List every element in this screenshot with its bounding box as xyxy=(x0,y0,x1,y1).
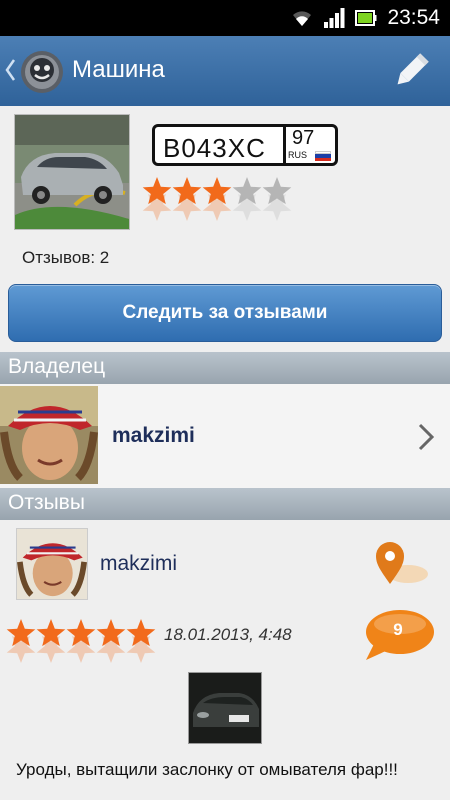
review-author-avatar[interactable] xyxy=(16,528,88,600)
plate-divider xyxy=(283,127,286,163)
plate-country: RUS xyxy=(288,150,308,160)
follow-reviews-button[interactable]: Следить за отзывами xyxy=(8,284,442,342)
review-author-name[interactable]: makzimi xyxy=(100,552,177,576)
car-photo[interactable] xyxy=(14,114,130,230)
plate-region: 97 xyxy=(292,127,315,149)
edit-pencil-icon[interactable] xyxy=(390,50,432,92)
plate-number: B043XC xyxy=(163,133,266,163)
review-text: Уроды, вытащили заслонку от омывателя фа… xyxy=(16,760,398,779)
reviews-section-header: Отзывы xyxy=(0,488,450,520)
license-plate: B043XC 97 RUS xyxy=(152,124,338,166)
russia-flag-icon xyxy=(315,151,331,161)
owner-name: makzimi xyxy=(112,424,195,447)
owner-row[interactable]: makzimi xyxy=(0,384,450,488)
signal-icon xyxy=(323,8,345,28)
owner-section-title: Владелец xyxy=(8,355,106,378)
battery-icon xyxy=(355,9,377,27)
status-time: 23:54 xyxy=(387,6,440,29)
review-photo[interactable] xyxy=(188,672,262,744)
review-date: 18.01.2013, 4:48 xyxy=(164,625,292,644)
app-logo-icon[interactable] xyxy=(20,50,64,94)
owner-avatar xyxy=(0,386,98,484)
back-chevron-icon[interactable] xyxy=(4,58,16,82)
comments-count[interactable]: 9 xyxy=(360,620,436,640)
reviews-section-title: Отзывы xyxy=(8,491,85,514)
reviews-count: Отзывов: 2 xyxy=(22,248,110,267)
location-pin-icon[interactable] xyxy=(370,540,430,588)
car-rating-stars xyxy=(142,177,292,221)
wifi-icon xyxy=(291,8,313,28)
action-bar: Машина xyxy=(0,36,450,106)
owner-section-header: Владелец xyxy=(0,352,450,384)
chevron-right-icon xyxy=(418,423,435,451)
screen-title: Машина xyxy=(72,56,165,83)
review-rating-stars xyxy=(6,619,156,663)
status-bar: 23:54 xyxy=(0,0,450,36)
